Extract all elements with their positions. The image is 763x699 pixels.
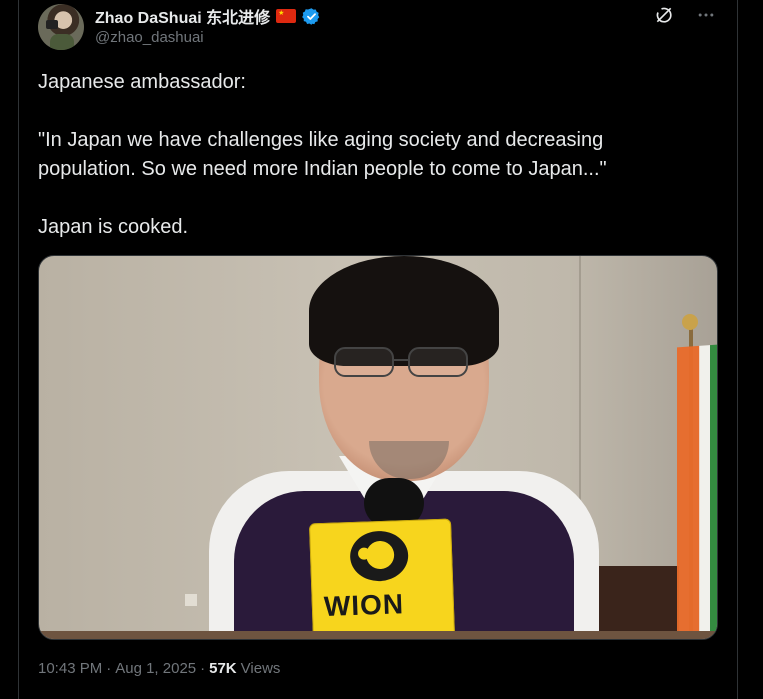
wion-logo-text: WION — [323, 588, 405, 623]
tweet-text-line3: Japan is cooked. — [38, 216, 189, 238]
verified-badge-icon[interactable] — [302, 7, 321, 26]
avatar-body — [50, 34, 74, 50]
avatar[interactable] — [38, 4, 84, 50]
tweet-text: Japanese ambassador: "In Japan we have c… — [38, 68, 698, 242]
wion-logo-inner — [365, 540, 395, 570]
tweet-time[interactable]: 10:43 PM — [38, 660, 102, 677]
grok-icon[interactable] — [653, 4, 675, 26]
tweet-meta: 10:43 PM · Aug 1, 2025 · 57K Views — [38, 660, 280, 677]
tweet-top-actions — [653, 4, 717, 26]
tweet-text-gap — [38, 97, 698, 126]
author-handle[interactable]: @zhao_dashuai — [95, 29, 204, 46]
tweet-card: Zhao DaShuai 东北进修 ★ @zhao_dashuai Japane… — [19, 0, 737, 699]
wion-logo-icon — [349, 530, 410, 583]
author-display-name[interactable]: Zhao DaShuai 东北进修 — [95, 4, 270, 28]
tweet-views-count[interactable]: 57K — [209, 660, 237, 677]
tweet-text-gap — [38, 184, 698, 213]
tweet-video[interactable]: WION — [38, 255, 718, 640]
video-microphone-flag: WION — [308, 518, 456, 639]
video-outlet — [185, 594, 197, 606]
video-glasses — [334, 347, 468, 377]
author-row: Zhao DaShuai 东北进修 ★ — [95, 5, 321, 27]
tweet-views-label[interactable]: Views — [241, 660, 281, 677]
meta-separator: · — [106, 660, 112, 677]
tweet-text-line1: Japanese ambassador: — [38, 71, 246, 93]
avatar-camera — [46, 20, 58, 29]
video-flag-pole-top — [682, 314, 698, 330]
tweet-text-quote: "In Japan we have challenges like aging … — [38, 129, 607, 180]
video-floor — [39, 631, 717, 639]
meta-separator: · — [200, 660, 206, 677]
video-indian-flag — [677, 344, 717, 638]
timeline-border-right — [737, 0, 738, 699]
video-furniture — [599, 566, 679, 639]
tweet-date[interactable]: Aug 1, 2025 — [115, 660, 196, 677]
china-flag-icon: ★ — [276, 9, 297, 23]
more-icon[interactable] — [695, 4, 717, 26]
